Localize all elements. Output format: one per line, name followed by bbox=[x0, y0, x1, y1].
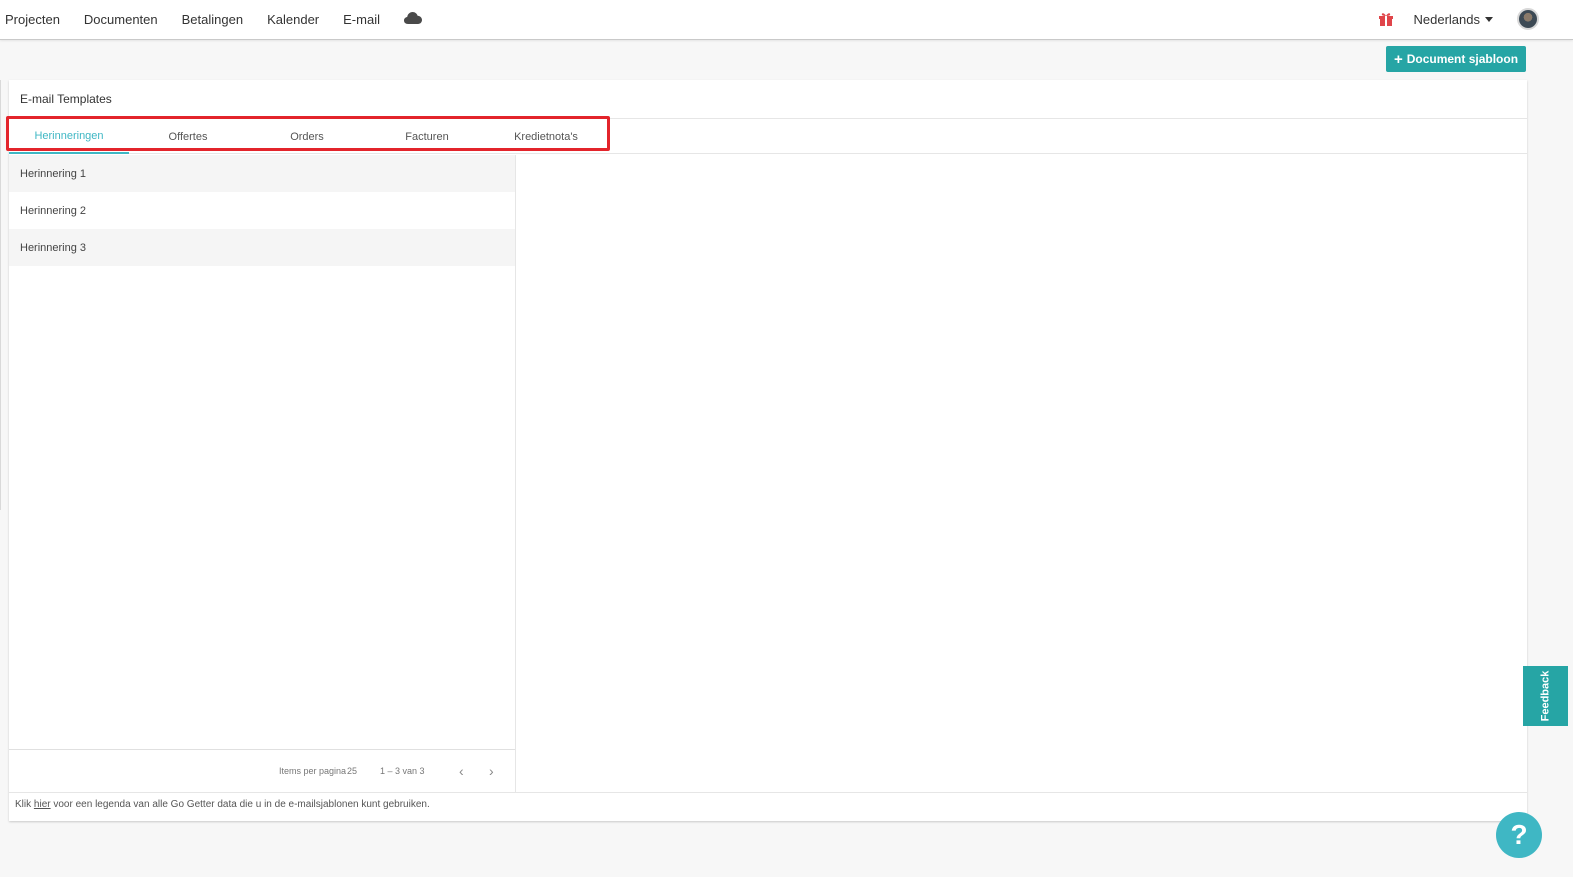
question-icon: ? bbox=[1510, 819, 1528, 850]
nav-item-documenten[interactable]: Documenten bbox=[84, 12, 158, 27]
gift-icon[interactable] bbox=[1378, 11, 1394, 27]
add-document-template-label: Document sjabloon bbox=[1406, 52, 1519, 66]
list-item[interactable]: Herinnering 1 bbox=[9, 155, 515, 192]
legend-link[interactable]: hier bbox=[34, 799, 51, 810]
nav-item-betalingen[interactable]: Betalingen bbox=[182, 12, 243, 27]
tab-facturen[interactable]: Facturen bbox=[367, 119, 487, 154]
tab-herinneringen[interactable]: Herinneringen bbox=[9, 119, 129, 154]
main-nav: Projecten Documenten Betalingen Kalender… bbox=[5, 0, 446, 38]
tab-kredietnotas[interactable]: Kredietnota's bbox=[486, 119, 606, 154]
email-templates-card: E-mail Templates Herinneringen Offertes … bbox=[6, 80, 1527, 821]
paginator: Items per pagina 25 1 – 3 van 3 ‹ › bbox=[9, 749, 515, 792]
list-detail-divider bbox=[515, 155, 516, 792]
card-title: E-mail Templates bbox=[20, 92, 112, 106]
help-button[interactable]: ? bbox=[1496, 812, 1542, 858]
items-per-page-label: Items per pagina bbox=[279, 766, 347, 776]
list-item[interactable]: Herinnering 3 bbox=[9, 229, 515, 266]
nav-item-projecten[interactable]: Projecten bbox=[5, 12, 60, 27]
cloud-nav-button[interactable] bbox=[403, 11, 422, 27]
chevron-right-icon[interactable]: › bbox=[489, 763, 494, 779]
nav-item-email[interactable]: E-mail bbox=[343, 12, 380, 27]
top-right-controls: Nederlands bbox=[1378, 0, 1573, 38]
tab-orders[interactable]: Orders bbox=[247, 119, 367, 154]
template-list: Herinnering 1 Herinnering 2 Herinnering … bbox=[9, 155, 515, 266]
top-navigation-bar: Projecten Documenten Betalingen Kalender… bbox=[0, 0, 1573, 40]
legend-hint-suffix: voor een legenda van alle Go Getter data… bbox=[50, 799, 430, 810]
nav-item-kalender[interactable]: Kalender bbox=[267, 12, 319, 27]
caret-down-icon bbox=[1485, 16, 1493, 22]
legend-hint: Klik hier voor een legenda van alle Go G… bbox=[15, 799, 430, 810]
page-range-label: 1 – 3 van 3 bbox=[380, 766, 425, 776]
language-selector[interactable]: Nederlands bbox=[1413, 11, 1493, 27]
chevron-left-icon[interactable]: ‹ bbox=[459, 763, 464, 779]
items-per-page-select[interactable]: 25 bbox=[347, 766, 357, 776]
list-item[interactable]: Herinnering 2 bbox=[9, 192, 515, 229]
feedback-label: Feedback bbox=[1539, 670, 1552, 722]
left-edge-line bbox=[0, 80, 1, 510]
language-label: Nederlands bbox=[1413, 11, 1481, 27]
avatar[interactable] bbox=[1517, 8, 1539, 30]
add-document-template-button[interactable]: + Document sjabloon bbox=[1386, 46, 1526, 72]
template-tabs: Herinneringen Offertes Orders Facturen K… bbox=[9, 118, 1527, 154]
plus-icon: + bbox=[1393, 50, 1403, 68]
legend-hint-prefix: Klik bbox=[15, 799, 34, 810]
tab-offertes[interactable]: Offertes bbox=[128, 119, 248, 154]
footer-divider bbox=[9, 792, 1527, 793]
feedback-tab[interactable]: Feedback bbox=[1523, 666, 1568, 726]
cloud-icon bbox=[403, 11, 422, 24]
